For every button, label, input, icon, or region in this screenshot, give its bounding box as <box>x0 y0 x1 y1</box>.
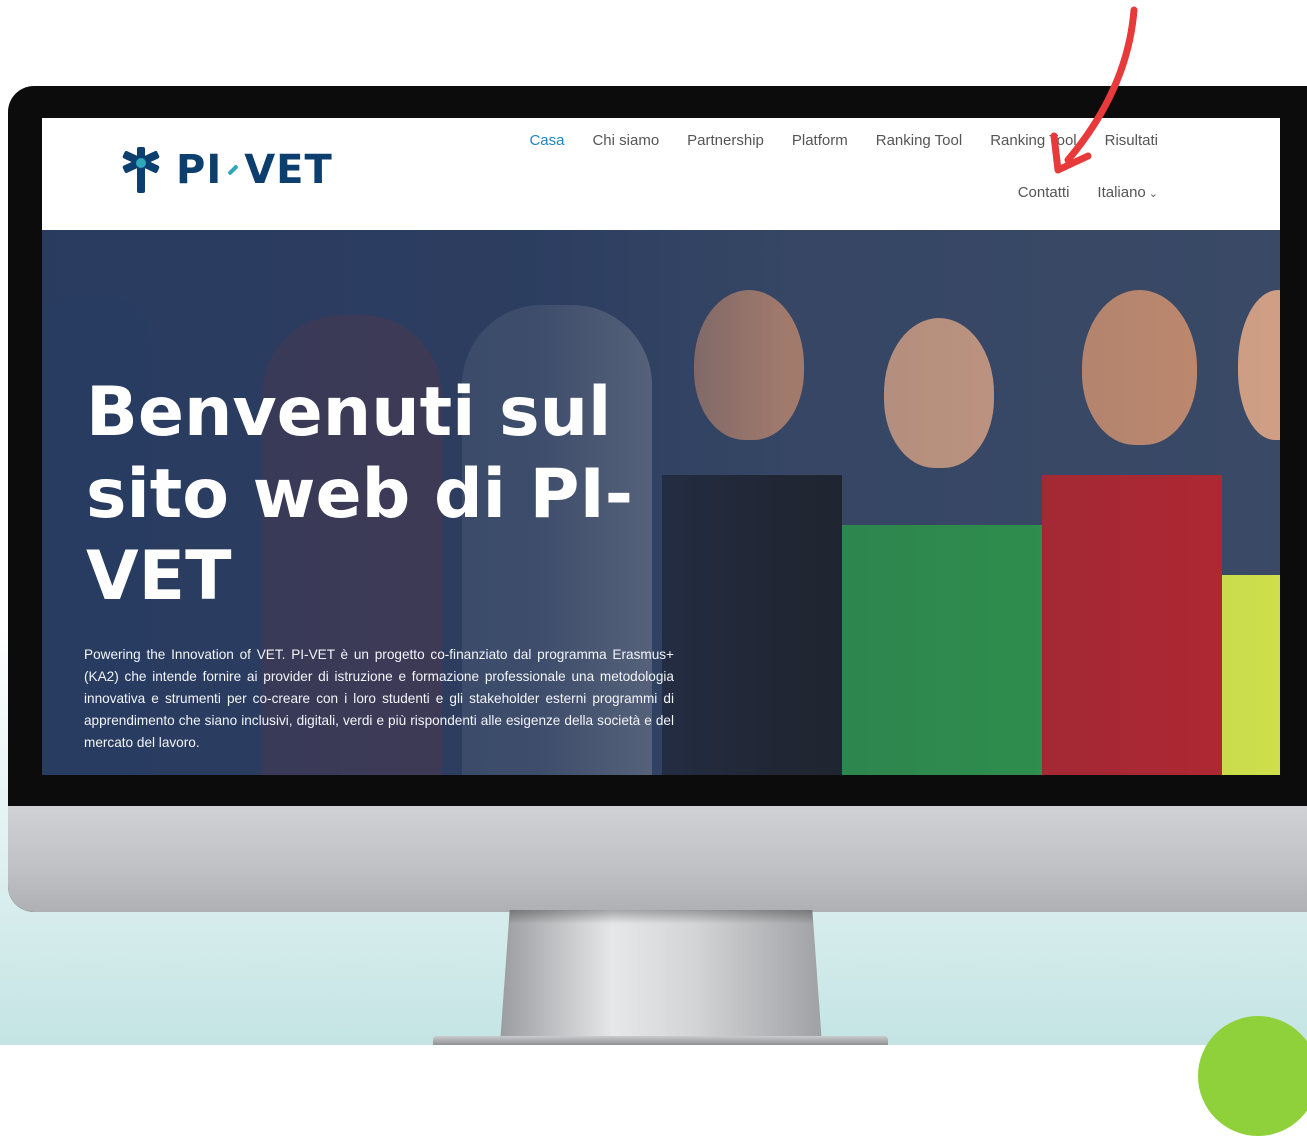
monitor-stand <box>500 910 822 1044</box>
logo-text-left: PI <box>176 147 223 193</box>
logo-text-right: VET <box>244 147 333 193</box>
decorative-green-circle <box>1198 1016 1307 1136</box>
nav-chi-siamo[interactable]: Chi siamo <box>592 132 659 149</box>
red-arrow-icon <box>1050 6 1138 174</box>
nav-partnership[interactable]: Partnership <box>687 132 764 149</box>
asterisk-logo-icon <box>122 147 160 193</box>
monitor-frame: PI VET Casa Chi siamo Partnership Platfo… <box>8 86 1307 912</box>
logo-wordmark: PI VET <box>176 147 333 193</box>
nav-ranking-tool[interactable]: Ranking Tool <box>876 132 962 149</box>
hero-description: Powering the Innovation of VET. PI-VET è… <box>84 647 674 750</box>
monitor-chin <box>8 806 1307 912</box>
hero-title: Benvenuti sul sito web di PI-VET <box>86 373 633 616</box>
chevron-down-icon: ⌄ <box>1148 188 1158 200</box>
monitor-base <box>433 1036 888 1045</box>
hero-banner: Benvenuti sul sito web di PI-VET Powerin… <box>42 230 1280 775</box>
nav-casa[interactable]: Casa <box>529 132 564 149</box>
site-logo[interactable]: PI VET <box>120 140 333 200</box>
logo-separator <box>227 164 239 176</box>
nav-platform[interactable]: Platform <box>792 132 848 149</box>
stand-shadow <box>500 910 822 924</box>
browser-screen: PI VET Casa Chi siamo Partnership Platfo… <box>42 118 1280 775</box>
